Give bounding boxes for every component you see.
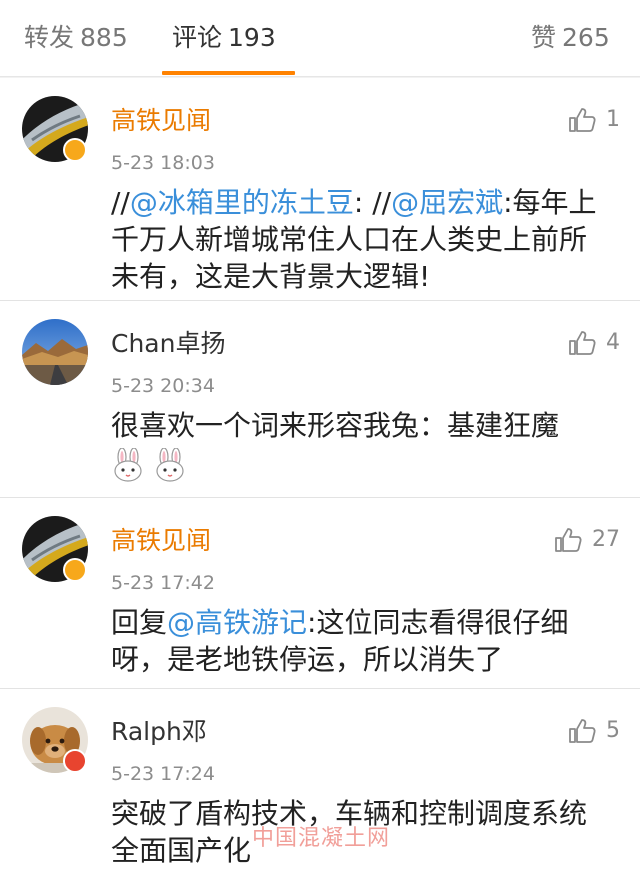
mention-link[interactable]: @高铁游记 — [167, 606, 307, 639]
like-button[interactable]: 27 — [554, 526, 620, 554]
comment-timestamp: 5-23 17:42 — [111, 572, 215, 594]
mention-link[interactable]: @冰箱里的冻土豆 — [130, 186, 354, 219]
comment-username[interactable]: Ralph邓 — [111, 715, 207, 749]
comment-timestamp: 5-23 18:03 — [111, 152, 215, 174]
like-count: 27 — [592, 527, 620, 552]
like-button[interactable]: 5 — [568, 717, 620, 745]
comment-username[interactable]: 高铁见闻 — [111, 524, 211, 558]
comment-text: 回复@高铁游记:这位同志看得很仔细呀，是老地铁停运，所以消失了 — [111, 604, 611, 678]
tab-comments-label: 评论 — [172, 23, 223, 52]
thumbs-up-icon — [568, 107, 596, 133]
comment-item: 高铁见闻 5-23 18:03 1 //@冰箱里的冻土豆: //@屈宏斌:每年上… — [0, 78, 640, 300]
verified-badge-icon — [63, 749, 87, 773]
emoji-row — [111, 447, 187, 486]
thumbs-up-icon — [568, 330, 596, 356]
comment-text-prefix: 回复 — [111, 606, 168, 639]
comment-username[interactable]: 高铁见闻 — [111, 104, 211, 138]
watermark: 中国混凝土网 — [252, 826, 391, 851]
like-count: 5 — [606, 718, 620, 743]
active-tab-indicator — [162, 71, 295, 75]
like-button[interactable]: 1 — [568, 106, 620, 134]
verified-badge-icon — [63, 138, 87, 162]
comment-tabs: 转发 885 评论 193 赞 265 — [0, 0, 640, 77]
thumbs-up-icon — [554, 527, 582, 553]
like-count: 1 — [606, 107, 620, 132]
thumbs-up-icon — [568, 718, 596, 744]
comment-timestamp: 5-23 20:34 — [111, 375, 215, 397]
verified-badge-icon — [63, 558, 87, 582]
tab-repost-label: 转发 — [24, 23, 75, 52]
rabbit-emoji-icon — [153, 447, 187, 486]
tab-likes[interactable]: 赞 265 — [531, 18, 610, 58]
comment-username[interactable]: Chan卓扬 — [111, 327, 225, 361]
comment-timestamp: 5-23 17:24 — [111, 763, 215, 785]
like-count: 4 — [606, 330, 620, 355]
comment-item: 高铁见闻 5-23 17:42 27 回复@高铁游记:这位同志看得很仔细呀，是老… — [0, 498, 640, 688]
tab-likes-count: 265 — [562, 23, 610, 52]
comment-text-mid: : // — [353, 186, 392, 219]
comment-text: 很喜欢一个词来形容我兔：基建狂魔 — [111, 409, 560, 442]
comment-text-prefix: // — [111, 186, 130, 219]
rabbit-emoji-icon — [111, 447, 145, 486]
tab-repost[interactable]: 转发 885 — [24, 18, 128, 58]
comment-item: Chan卓扬 5-23 20:34 4 很喜欢一个词来形容我兔：基建狂魔 — [0, 301, 640, 497]
mention-link[interactable]: @屈宏斌 — [391, 186, 503, 219]
avatar[interactable] — [22, 319, 88, 385]
like-button[interactable]: 4 — [568, 329, 620, 357]
tab-comments-count: 193 — [228, 23, 276, 52]
tab-comments[interactable]: 评论 193 — [172, 18, 276, 58]
tab-likes-label: 赞 — [531, 23, 557, 52]
comment-text: //@冰箱里的冻土豆: //@屈宏斌:每年上千万人新增城常住人口在人类史上前所未… — [111, 184, 611, 295]
tab-repost-count: 885 — [80, 23, 128, 52]
